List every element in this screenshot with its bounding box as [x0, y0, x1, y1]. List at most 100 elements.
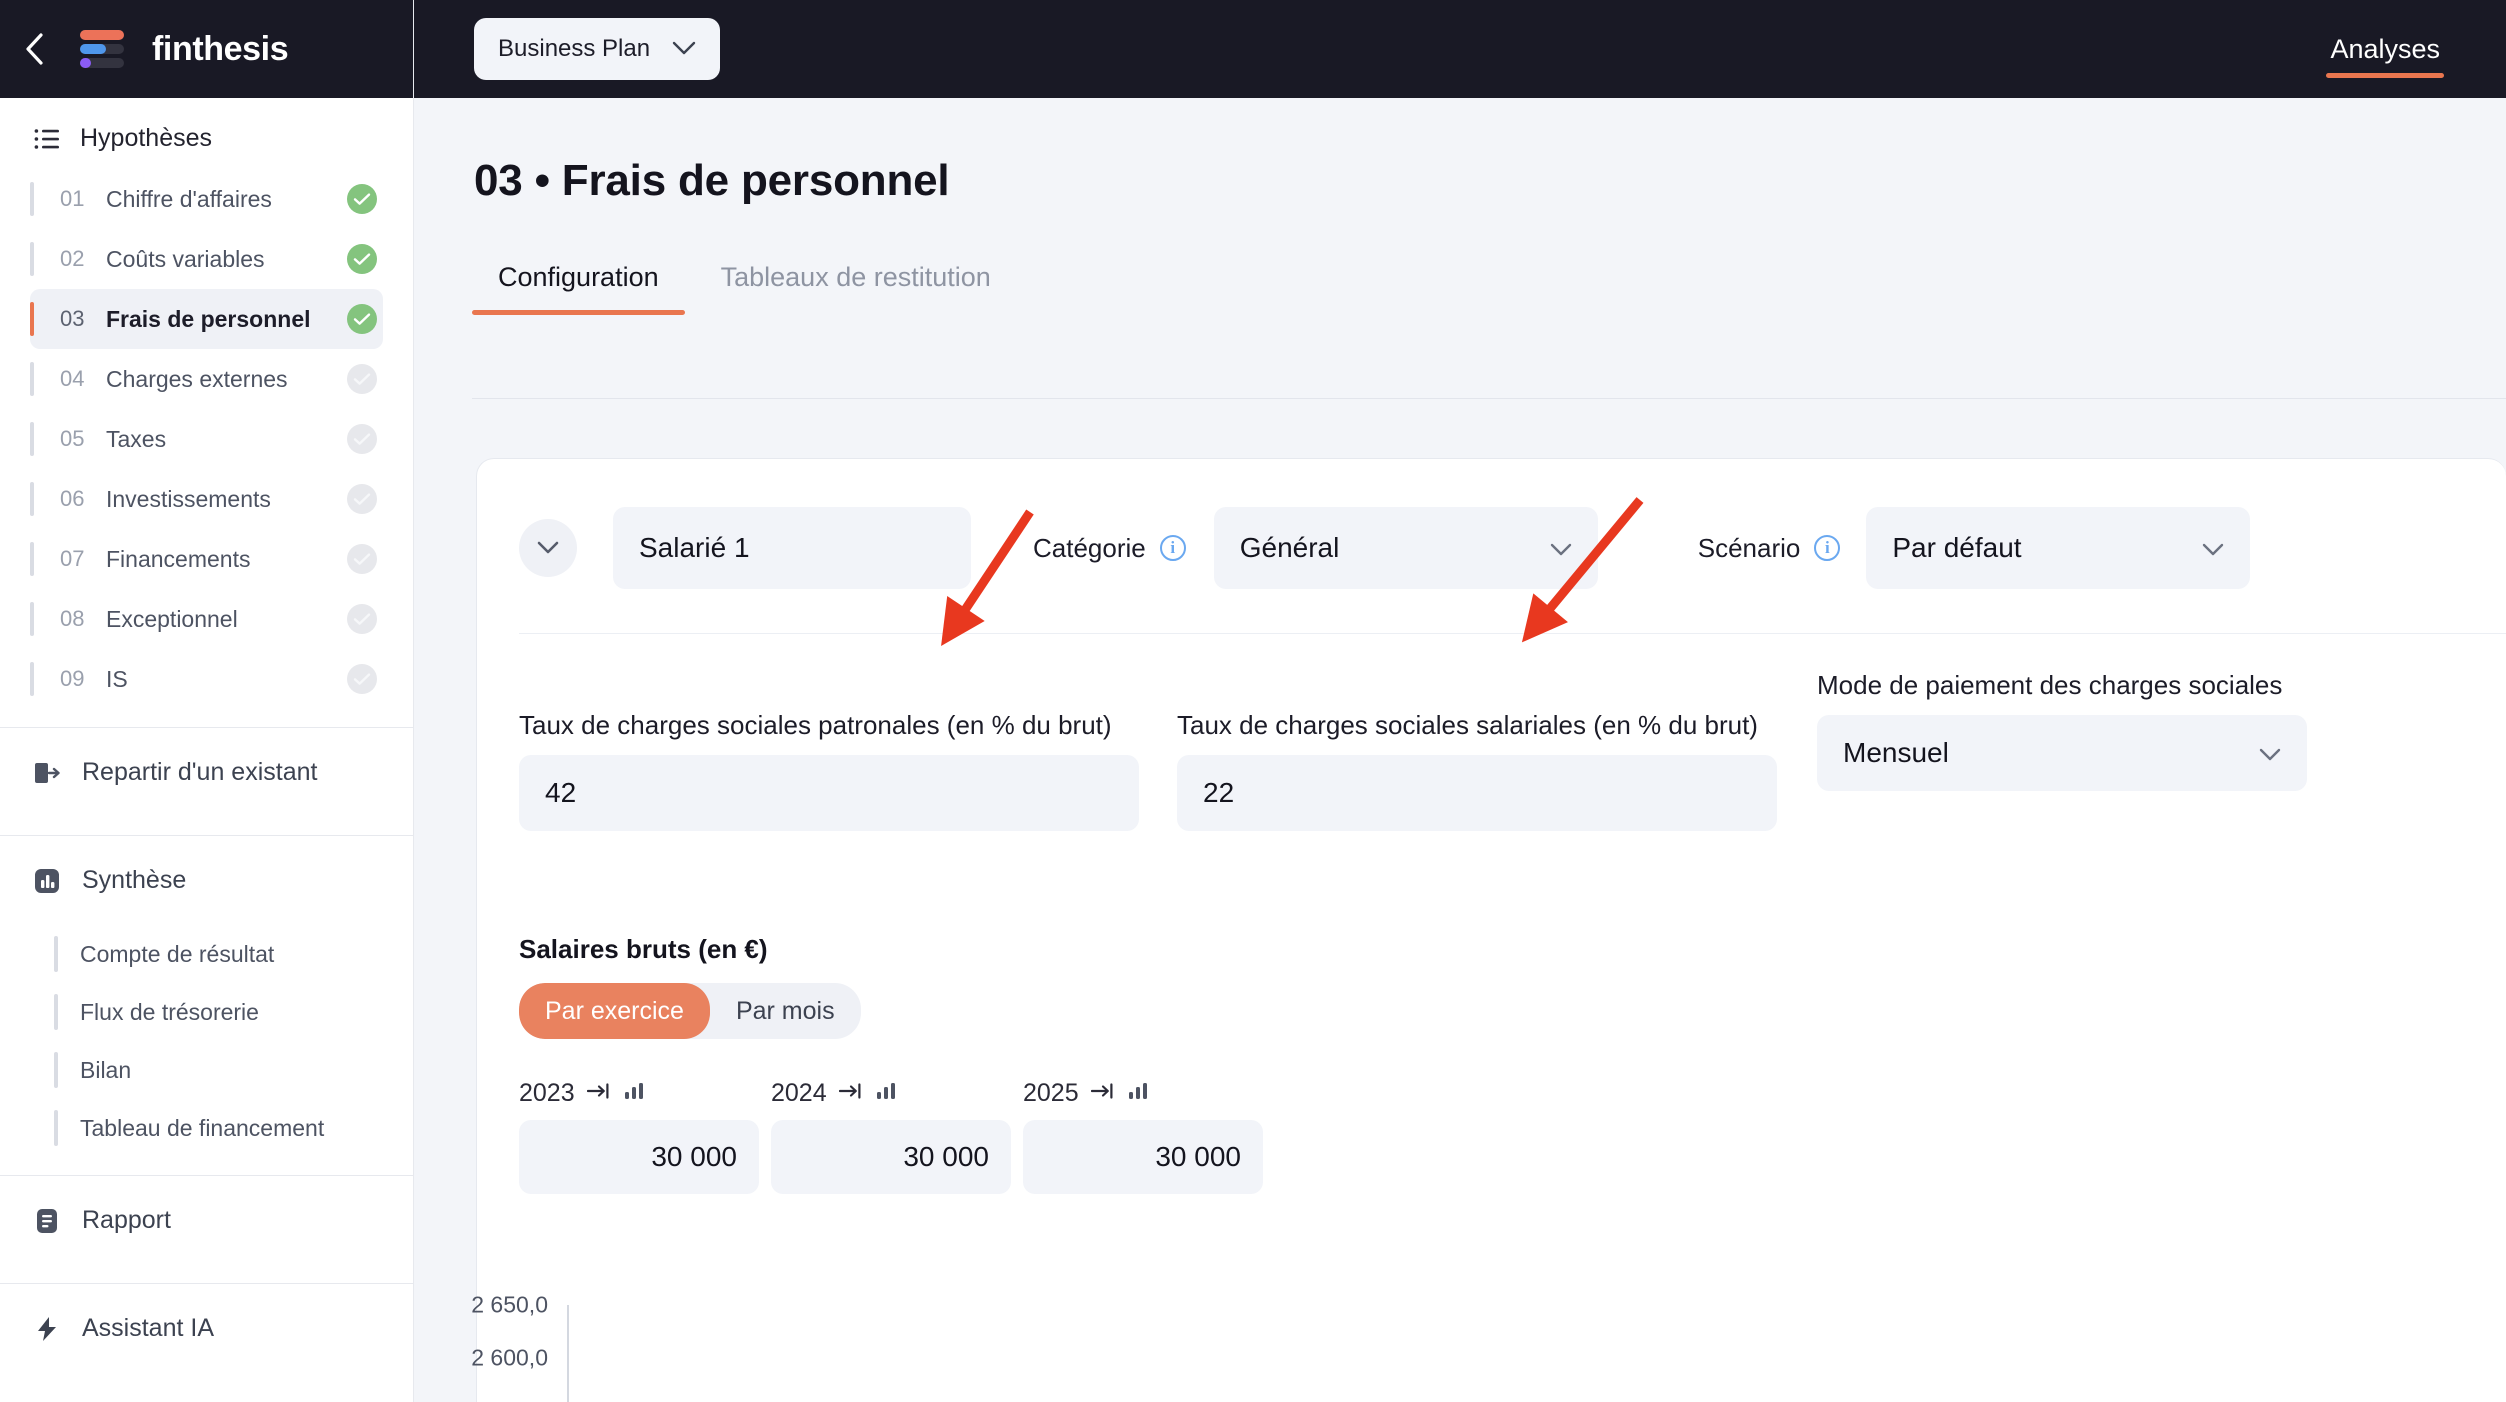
hypothese-number: 01: [60, 186, 85, 211]
taux-row: Taux de charges sociales patronales (en …: [477, 670, 2506, 866]
year-label-group-2023: 2023: [519, 1079, 759, 1108]
chart-ytick-label: 2 600,0: [471, 1344, 548, 1371]
nav-tab-active-underline: [2326, 73, 2444, 78]
sidebar-item-hypothese-02[interactable]: 02 Coûts variables: [30, 229, 383, 289]
arrow-to-bar-icon[interactable]: [1090, 1079, 1115, 1108]
salary-chart: 2 650,02 600,02 550,02 500,0: [471, 1292, 2176, 1402]
check-pending-icon: [347, 664, 377, 694]
tab-configuration[interactable]: Configuration: [472, 262, 685, 315]
sidebar-subitem-bilan[interactable]: Bilan: [54, 1041, 413, 1099]
year-amount-input-2024[interactable]: 30 000: [771, 1120, 1011, 1194]
sidebar-item-hypothese-09[interactable]: 09 IS: [30, 649, 383, 709]
item-indicator-bar: [30, 602, 34, 636]
plan-selector-label: Business Plan: [498, 35, 651, 62]
year-amount-input-2025[interactable]: 30 000: [1023, 1120, 1263, 1194]
sidebar-subitem-tableau-de-financement[interactable]: Tableau de financement: [54, 1099, 413, 1157]
sidebar-item-hypothese-08[interactable]: 08 Exceptionnel: [30, 589, 383, 649]
tab-tableaux-de-restitution[interactable]: Tableaux de restitution: [695, 262, 1017, 315]
categorie-label: Catégorie: [1033, 532, 1146, 563]
chevron-down-icon: [537, 541, 559, 554]
plan-selector[interactable]: Business Plan: [474, 18, 721, 80]
hypothese-number: 07: [60, 546, 85, 571]
mode-paiement-select[interactable]: Mensuel: [1817, 715, 2307, 791]
hypothese-number: 03: [60, 306, 85, 331]
chart-ytick-label: 2 550,0: [471, 1398, 548, 1402]
finthesis-logo-icon: [80, 28, 124, 70]
item-indicator-bar: [30, 662, 34, 696]
taux-patronales-input[interactable]: 42: [519, 755, 1139, 831]
nav-tab-analyses-label: Analyses: [2330, 33, 2440, 64]
check-pending-icon: [347, 544, 377, 574]
content-area: 03 • Frais de personnel Configuration Ta…: [414, 98, 2506, 1402]
categorie-value: Général: [1239, 532, 1340, 563]
chevron-down-icon: [2259, 737, 2281, 769]
salaires-bruts-title: Salaires bruts (en €): [519, 934, 768, 964]
sidebar-item-hypothese-04[interactable]: 04 Charges externes: [30, 349, 383, 409]
year-label-group-2024: 2024: [771, 1079, 1011, 1108]
item-indicator-bar: [30, 362, 34, 396]
check-pending-icon: [347, 484, 377, 514]
brand-name: finthesis: [152, 29, 289, 68]
taux-salariales-value: 22: [1203, 777, 1235, 808]
year-amount-input-2023[interactable]: 30 000: [519, 1120, 759, 1194]
sidebar-item-rapport-label: Rapport: [82, 1206, 171, 1234]
sidebar-item-hypothese-03[interactable]: 03 Frais de personnel: [30, 289, 383, 349]
chevron-left-icon: [26, 33, 43, 65]
nav-tab-analyses[interactable]: Analyses: [2312, 0, 2458, 98]
toggle-par-exercice[interactable]: Par exercice: [519, 983, 710, 1039]
collapse-employee-button[interactable]: [519, 519, 577, 577]
scenario-select[interactable]: Par défaut: [1866, 507, 2251, 589]
sidebar-item-assistant-ia[interactable]: Assistant IA: [0, 1284, 413, 1373]
tab-configuration-label: Configuration: [498, 262, 659, 292]
item-indicator-bar: [54, 1052, 58, 1088]
hypothese-number: 02: [60, 246, 85, 271]
sidebar-section-label: Hypothèses: [80, 124, 213, 152]
sidebar-item-hypothese-06[interactable]: 06 Investissements: [30, 469, 383, 529]
info-icon[interactable]: i: [1814, 535, 1841, 561]
hypothese-number: 06: [60, 486, 85, 511]
sidebar-header: finthesis: [0, 0, 413, 98]
year-label: 2024: [771, 1079, 827, 1107]
chart-plot-area: [567, 1305, 569, 1402]
year-amount-value: 30 000: [651, 1141, 737, 1172]
categorie-select[interactable]: Général: [1213, 507, 1598, 589]
bar-chart-icon[interactable]: [1127, 1079, 1149, 1108]
sidebar-item-hypothese-05[interactable]: 05 Taxes: [30, 409, 383, 469]
sidebar-subitem-flux-de-tr-sorerie[interactable]: Flux de trésorerie: [54, 983, 413, 1041]
sidebar-item-hypothese-01[interactable]: 01 Chiffre d'affaires: [30, 169, 383, 229]
scenario-label-group: Scénario i: [1698, 533, 1841, 564]
info-icon[interactable]: i: [1159, 535, 1186, 561]
subitem-label: Bilan: [80, 1056, 132, 1083]
bar-chart-icon[interactable]: [623, 1079, 645, 1108]
year-block-2024: 2024 30 000: [771, 1079, 1011, 1194]
year-amount-value: 30 000: [1155, 1141, 1241, 1172]
toggle-par-mois[interactable]: Par mois: [710, 983, 861, 1039]
bar-chart-icon[interactable]: [875, 1079, 897, 1108]
year-label: 2025: [1023, 1079, 1079, 1107]
sidebar-section-hypotheses[interactable]: Hypothèses: [0, 98, 413, 169]
taux-salariales-input[interactable]: 22: [1177, 755, 1777, 831]
topbar-nav: Analyses: [2312, 0, 2458, 98]
year-inputs-row: 2023 30 000 2024 30 000 2025 30 000: [519, 1079, 2506, 1194]
employee-name-input[interactable]: Salarié 1: [613, 507, 971, 589]
periodicity-toggle: Par exercice Par mois: [519, 983, 861, 1039]
item-indicator-bar: [30, 182, 34, 216]
sidebar-item-repartir[interactable]: Repartir d'un existant: [0, 728, 413, 817]
configuration-panel: Salarié 1 Catégorie i Général Scénario i…: [476, 458, 2506, 1402]
check-done-icon: [347, 304, 377, 334]
sidebar-subitem-compte-de-r-sultat[interactable]: Compte de résultat: [54, 925, 413, 983]
sidebar-item-hypothese-07[interactable]: 07 Financements: [30, 529, 383, 589]
chevron-down-icon: [672, 35, 696, 63]
arrow-to-bar-icon[interactable]: [838, 1079, 863, 1108]
sidebar-item-synthese[interactable]: Synthèse: [0, 836, 413, 925]
sidebar: finthesis Hypothèses 01 Chiffre d'affaire…: [0, 0, 414, 1402]
chevron-down-icon: [1550, 532, 1572, 564]
arrow-to-bar-icon[interactable]: [586, 1079, 611, 1108]
panel-divider: [519, 633, 2506, 634]
sidebar-item-rapport[interactable]: Rapport: [0, 1176, 413, 1265]
bar-chart-icon: [34, 868, 60, 894]
tabs-rule: [472, 398, 2506, 399]
hypothese-label: Chiffre d'affaires: [106, 185, 272, 212]
collapse-sidebar-button[interactable]: [14, 29, 54, 69]
chart-ytick-label: 2 650,0: [471, 1291, 548, 1318]
